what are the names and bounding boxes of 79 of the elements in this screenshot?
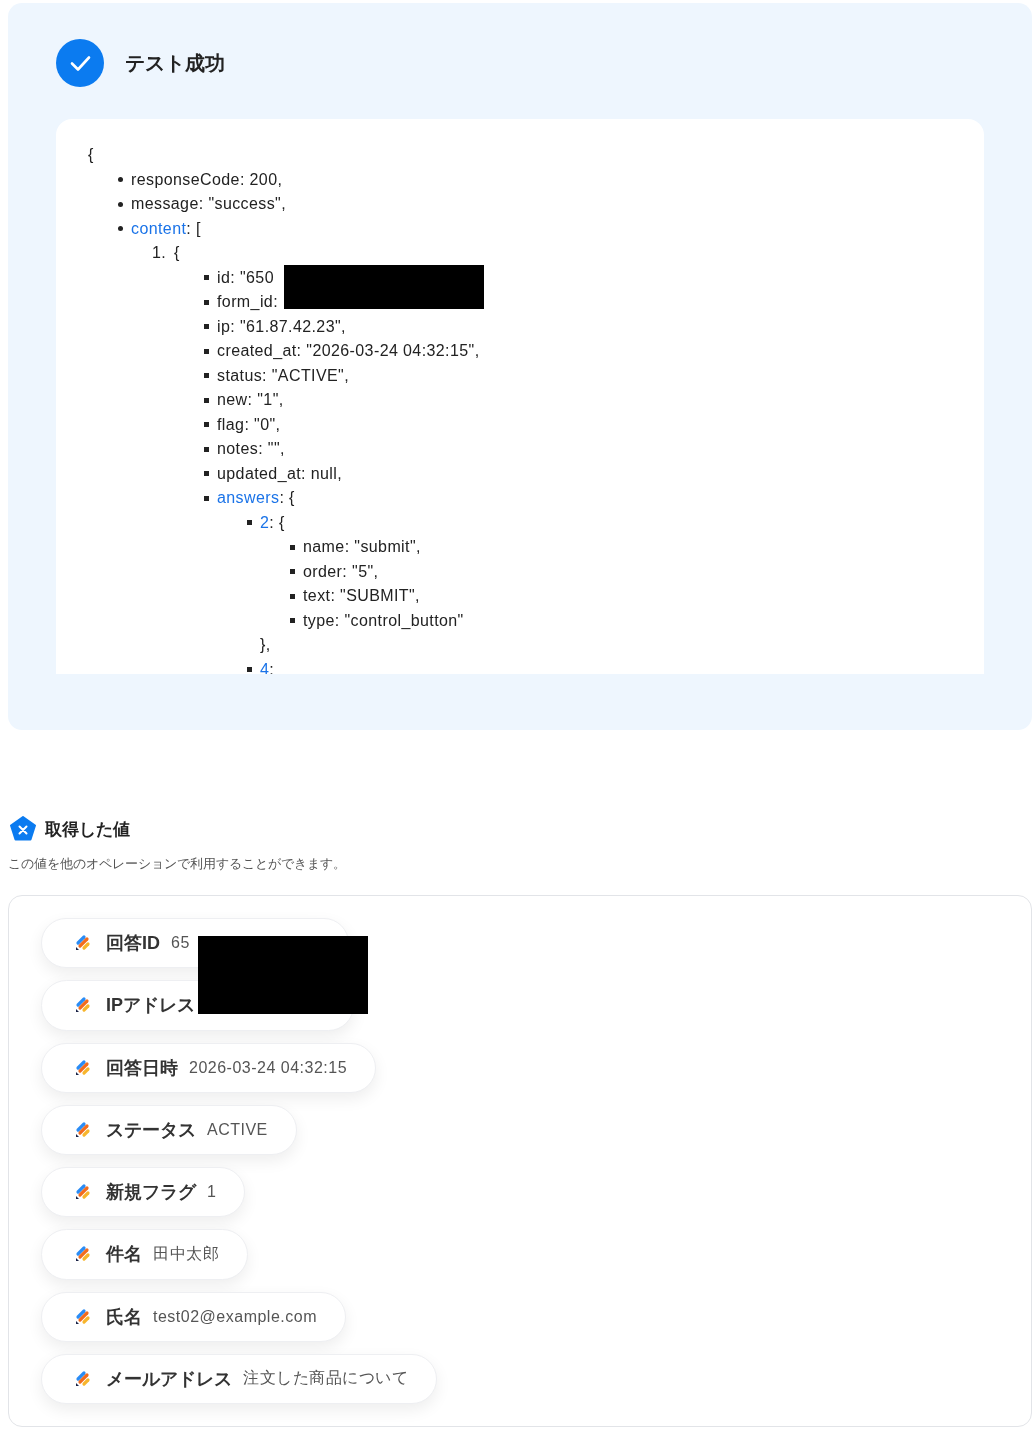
code-key: created_at <box>217 342 297 361</box>
key-link[interactable]: answers <box>217 489 280 508</box>
pencil-stripes-icon <box>74 996 92 1015</box>
key-link[interactable]: 4 <box>260 660 270 674</box>
pencil-stripes-icon <box>74 1058 92 1077</box>
code-text: : "submit", <box>344 538 421 557</box>
code-text: : "ACTIVE", <box>262 366 349 385</box>
bullet-icon <box>204 471 209 477</box>
check-icon <box>56 39 104 87</box>
bullet-icon <box>290 618 295 624</box>
bullet-icon <box>118 201 123 207</box>
value-chip[interactable]: 氏名 test02@example.com <box>41 1291 346 1342</box>
key-link[interactable]: 2 <box>260 513 270 532</box>
bullet-icon <box>204 495 209 501</box>
code-text: : "SUBMIT", <box>330 587 420 606</box>
code-text: : "", <box>258 440 285 459</box>
code-text: { <box>174 244 180 263</box>
code-text: : "0", <box>244 415 281 434</box>
value-chip[interactable]: ステータス ACTIVE <box>41 1104 297 1155</box>
code-text: : "61.87.42.23", <box>230 317 346 336</box>
key-link[interactable]: content <box>131 219 187 238</box>
pencil-stripes-icon <box>74 1245 92 1264</box>
code-text: : "1", <box>247 391 284 410</box>
bullet-icon <box>118 177 123 183</box>
bullet-icon <box>204 373 209 379</box>
code-key: form_id <box>217 293 274 312</box>
bullet-icon <box>247 667 252 673</box>
code-text: : { <box>269 513 285 532</box>
variable-icon <box>10 816 36 842</box>
code-key: responseCode <box>131 170 240 189</box>
code-key: status <box>217 366 263 385</box>
result-title: テスト成功 <box>125 50 225 76</box>
code-key: new <box>217 391 248 410</box>
code-key: id <box>217 268 231 287</box>
bullet-icon <box>290 544 295 550</box>
value-chip[interactable]: 回答日時 2026-03-24 04:32:15 <box>41 1042 377 1093</box>
code-text: : "650 <box>230 268 274 287</box>
code-key: order <box>303 562 343 581</box>
code-text: : "2026-03-24 04:32:15", <box>296 342 480 361</box>
code-key: ip <box>217 317 231 336</box>
code-key: type <box>303 611 335 630</box>
pencil-stripes-icon <box>74 934 92 953</box>
section-description: この値を他のオペレーションで利用することができます。 <box>8 855 347 873</box>
code-key: notes <box>217 440 259 459</box>
bullet-icon <box>204 275 209 281</box>
bullet-icon <box>204 348 209 354</box>
code-text: : <box>269 660 275 674</box>
value-chip[interactable]: 件名 田中太郎 <box>41 1229 248 1280</box>
bullet-icon <box>290 569 295 575</box>
bullet-icon <box>204 422 209 428</box>
bullet-icon <box>204 299 209 305</box>
code-key: message <box>131 195 199 214</box>
pencil-stripes-icon <box>74 1120 92 1139</box>
code-text: : "success", <box>198 195 287 214</box>
pencil-stripes-icon <box>74 1183 92 1202</box>
code-text: { <box>88 145 95 165</box>
code-text: : [ <box>186 219 201 238</box>
section-title: 取得した値 <box>45 818 130 841</box>
bullet-icon <box>290 593 295 599</box>
code-text: : "5", <box>342 562 379 581</box>
code-key: name <box>303 538 345 557</box>
code-text: : 200, <box>239 170 283 189</box>
value-chip[interactable]: メールアドレス 注文した商品について <box>41 1353 437 1404</box>
pencil-stripes-icon <box>74 1369 92 1388</box>
code-text: : null, <box>301 464 343 483</box>
code-text: : { <box>279 489 295 508</box>
code-key: flag <box>217 415 245 434</box>
bullet-icon <box>204 324 209 330</box>
bullet-icon <box>247 520 252 526</box>
code-text: : "control_button" <box>334 611 464 630</box>
code-text: : <box>273 293 278 312</box>
code-key: text <box>303 587 331 606</box>
code-text: }, <box>259 635 272 655</box>
bullet-icon <box>118 226 123 232</box>
bullet-icon <box>204 397 209 403</box>
list-number: 1. <box>152 244 168 263</box>
pencil-stripes-icon <box>74 1307 92 1326</box>
bullet-icon <box>204 446 209 452</box>
value-chip[interactable]: 新規フラグ 1 <box>41 1167 246 1218</box>
